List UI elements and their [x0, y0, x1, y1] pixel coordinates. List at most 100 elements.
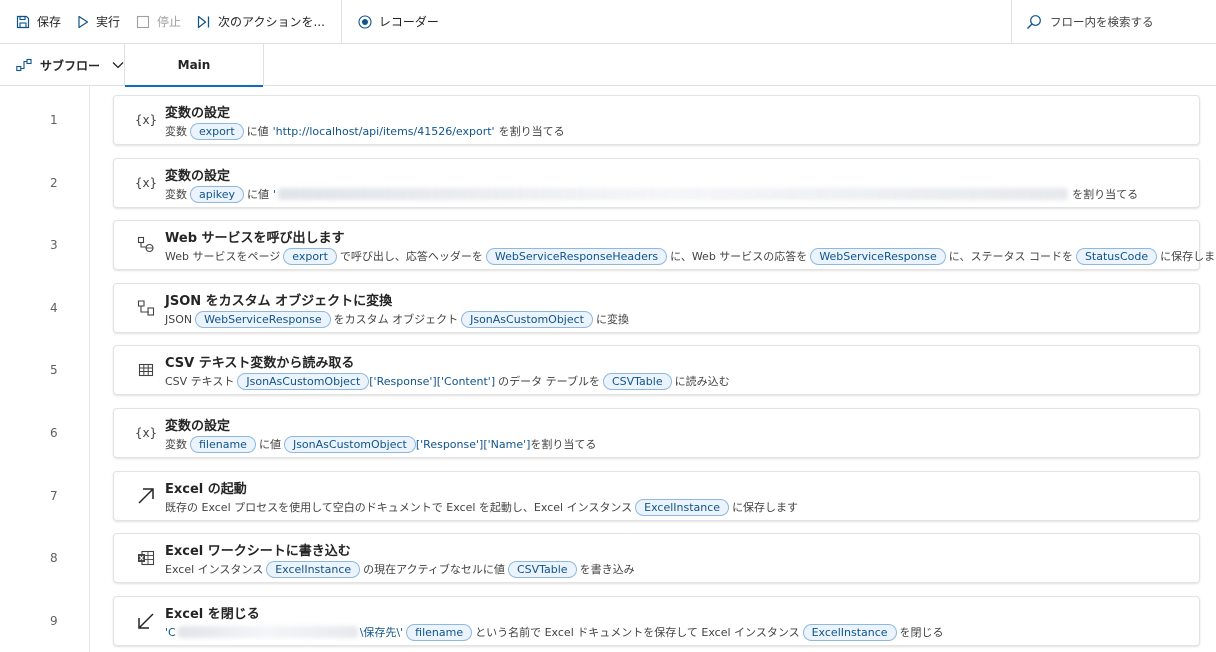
literal-value: 'http://localhost/api/items/41526/export… — [272, 124, 495, 138]
line-number: 5 — [50, 363, 58, 377]
subflow-dropdown[interactable]: サブフロー — [0, 44, 124, 86]
desc-text: を割り当てる — [1072, 188, 1139, 201]
desc-text: を閉じる — [899, 626, 944, 639]
variable-pill[interactable]: JsonAsCustomObject — [461, 310, 593, 328]
desc-text: 変数 — [165, 125, 187, 138]
stop-button[interactable]: 停止 — [128, 0, 189, 44]
variable-pill[interactable]: CSVTable — [507, 560, 577, 578]
desc-text: を割り当てる — [530, 438, 597, 451]
action-description: 'C \保存先\' filename という名前で Excel ドキュメントを保… — [165, 622, 944, 642]
tabs-row: サブフロー Main — [0, 44, 1216, 87]
record-icon — [358, 14, 372, 29]
action-title: 変数の設定 — [165, 106, 231, 121]
tab-main[interactable]: Main — [124, 44, 264, 87]
variable-pill[interactable]: ExcelInstance — [266, 560, 361, 578]
line-number: 8 — [50, 551, 58, 565]
run-button[interactable]: 実行 — [69, 0, 128, 44]
save-button[interactable]: 保存 — [8, 0, 69, 44]
variable-pill[interactable]: JsonAsCustomObject — [237, 372, 370, 390]
stop-label: 停止 — [157, 15, 182, 29]
desc-text: JSON — [165, 312, 193, 326]
recorder-button[interactable]: レコーダー — [350, 0, 447, 44]
variable-pill[interactable]: filename — [190, 435, 256, 453]
save-icon — [16, 15, 30, 28]
action-description: 変数 filename に値 JsonAsCustomObject ['Resp… — [165, 434, 596, 454]
action-card-read-csv[interactable]: CSV テキスト変数から読み取る CSV テキスト JsonAsCustomOb… — [113, 345, 1200, 395]
desc-text: Excel インスタンス — [165, 563, 264, 576]
chevron-down-icon — [112, 62, 124, 69]
variable-pill[interactable]: export — [283, 247, 337, 265]
variable-pill[interactable]: CSVTable — [602, 372, 672, 390]
variable-pill[interactable]: StatusCode — [1075, 247, 1158, 265]
literal-value: ' — [273, 187, 277, 201]
line-number: 7 — [50, 489, 58, 503]
action-card-set-variable[interactable]: {x} 変数の設定 変数 apikey に値 ' を割り当てる — [113, 158, 1200, 208]
desc-text: で呼び出し、応答ヘッダーを — [339, 250, 483, 263]
desc-text: に値 — [258, 438, 281, 451]
redacted-value — [177, 626, 358, 638]
desc-text: Web サービスをページ — [165, 250, 281, 263]
arrow-up-right-icon — [136, 486, 156, 506]
action-title: Excel を閉じる — [165, 607, 260, 622]
action-card-set-variable[interactable]: {x} 変数の設定 変数 export に値 'http://localhost… — [113, 95, 1200, 145]
variable-pill[interactable]: export — [190, 122, 244, 140]
save-label: 保存 — [37, 15, 62, 29]
desc-text: に読み込む — [674, 375, 730, 388]
variable-pill[interactable]: WebServiceResponse — [810, 247, 946, 265]
variable-pill[interactable]: apikey — [190, 185, 245, 203]
action-card-close-excel[interactable]: Excel を閉じる 'C \保存先\' filename という名前で Exc… — [113, 596, 1200, 646]
variable-icon: {x} — [134, 426, 158, 440]
desc-text: の現在アクティブなセルに値 — [363, 563, 505, 576]
desc-text: に値 — [246, 125, 269, 138]
variable-icon: {x} — [134, 176, 158, 190]
next-action-button[interactable]: 次のアクションを... — [189, 0, 333, 44]
variable-pill[interactable]: ExcelInstance — [802, 623, 897, 641]
action-description: Web サービスをページ export で呼び出し、応答ヘッダーを WebSer… — [165, 246, 1216, 266]
search-input[interactable]: フロー内を検索する — [1011, 0, 1216, 44]
tab-main-label: Main — [177, 58, 211, 72]
action-card-convert-json[interactable]: JSON をカスタム オブジェクト に変換 JSON WebServiceResp… — [113, 283, 1200, 333]
json-convert-icon — [136, 298, 156, 318]
action-card-launch-excel[interactable]: Excel の起動 既存の Excel プロセスを使用して空白のドキュメントで … — [113, 471, 1200, 521]
action-title: Excel の起動 — [165, 482, 247, 497]
arrow-down-left-icon — [136, 611, 156, 631]
literal-value: 'C — [165, 625, 176, 639]
action-title: 変数の設定 — [165, 419, 231, 434]
action-description: JSON WebServiceResponse をカスタム オブジェクト Jso… — [165, 309, 629, 329]
variable-pill[interactable]: filename — [406, 623, 473, 641]
action-card-invoke-web-service[interactable]: Web サービスを呼び出します Web サービスをページ export で呼び出… — [113, 220, 1216, 270]
variable-pill[interactable]: ExcelInstance — [635, 498, 730, 516]
step-next-icon — [197, 15, 210, 28]
web-service-icon — [136, 235, 156, 255]
desc-text: 既存の Excel プロセスを使用して空白のドキュメントで Excel を起動し… — [165, 501, 633, 514]
variable-pill[interactable]: JsonAsCustomObject — [283, 435, 416, 453]
desc-text: をカスタム オブジェクト — [333, 313, 459, 326]
line-number: 1 — [50, 113, 58, 127]
desc-text: に、ステータス コードを — [948, 250, 1073, 263]
literal-value: \保存先\' — [359, 626, 404, 639]
action-description: 変数 apikey に値 ' を割り当てる — [165, 184, 1138, 204]
line-number-gutter: 1 2 3 4 5 6 7 8 9 — [0, 86, 90, 652]
line-number: 4 — [50, 301, 58, 315]
desc-text: に変換 — [596, 313, 629, 326]
desc-text: に保存します — [732, 501, 799, 514]
variable-pill[interactable]: WebServiceResponseHeaders — [485, 247, 668, 265]
action-description: CSV テキスト JsonAsCustomObject ['Response']… — [165, 371, 730, 391]
literal-value: ['Response']['Name'] — [415, 437, 531, 451]
subflow-icon — [16, 58, 32, 72]
action-title: Excel ワークシートに書き込む — [165, 544, 351, 559]
action-card-write-excel[interactable]: Excel ワークシートに書き込む Excel インスタンス ExcelInst… — [113, 533, 1200, 583]
desc-text: 変数 — [165, 438, 187, 451]
toolbar-divider — [340, 0, 342, 44]
stop-icon — [136, 15, 150, 28]
action-card-set-variable[interactable]: {x} 変数の設定 変数 filename に値 JsonAsCustomObj… — [113, 408, 1200, 458]
desc-text: に、Web サービスの応答を — [670, 250, 808, 263]
search-placeholder: フロー内を検索する — [1050, 15, 1154, 29]
line-number: 9 — [50, 614, 58, 628]
line-number: 6 — [50, 426, 58, 440]
desc-text: に保存します — [1160, 250, 1216, 263]
action-description: 変数 export に値 'http://localhost/api/items… — [165, 121, 565, 141]
variable-pill[interactable]: WebServiceResponse — [195, 310, 331, 328]
desc-text: に値 — [247, 188, 270, 201]
desc-text: という名前で Excel ドキュメントを保存して Excel インスタンス — [475, 626, 800, 639]
